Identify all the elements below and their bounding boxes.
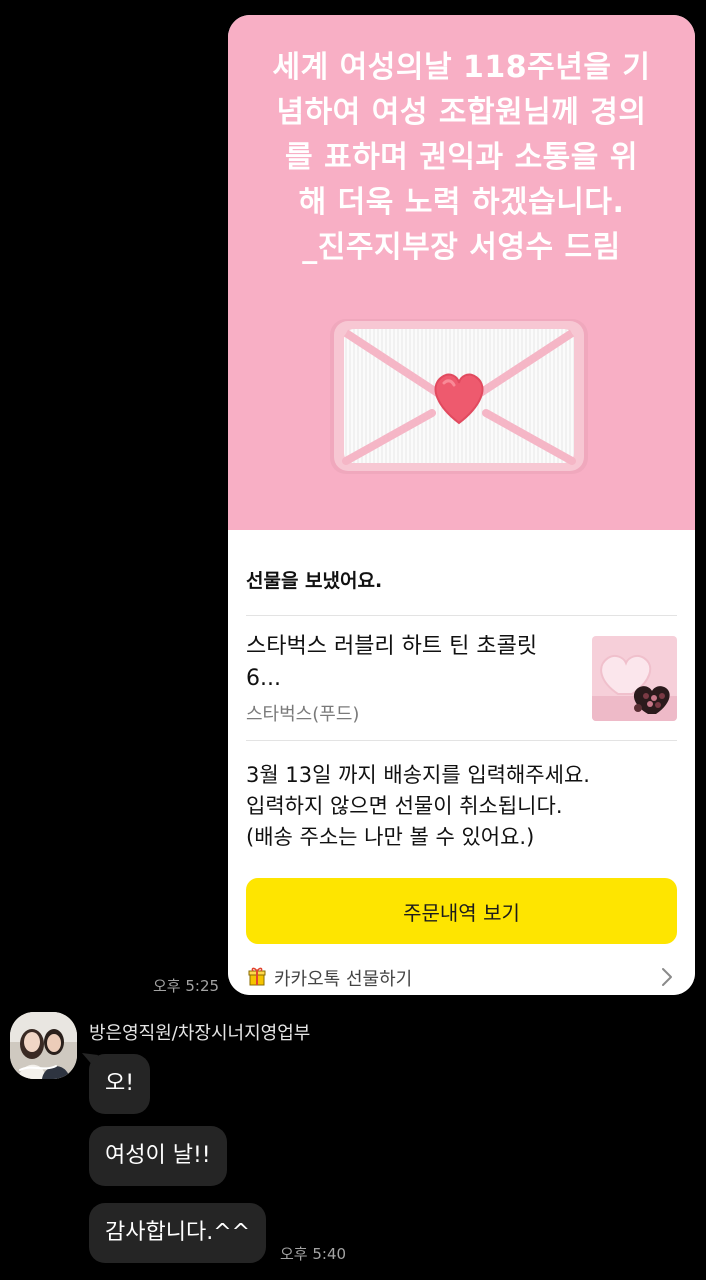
gift-box-icon — [248, 967, 266, 986]
message-timestamp: 오후 5:40 — [280, 1245, 347, 1263]
gift-banner: 세계 여성의날 118주년을 기 념하여 여성 조합원님께 경의 를 표하며 권… — [228, 15, 695, 530]
avatar[interactable] — [10, 1012, 77, 1079]
delivery-notice: 3월 13일 까지 배송지를 입력해주세요. 입력하지 않으면 선물이 취소됩니… — [246, 763, 590, 849]
chevron-right-icon — [662, 968, 672, 986]
view-order-button[interactable]: 주문내역 보기 — [246, 878, 677, 944]
gift-message-card[interactable]: 세계 여성의날 118주년을 기 념하여 여성 조합원님께 경의 를 표하며 권… — [228, 15, 695, 995]
sender-name: 방은영직원/차장시너지영업부 — [89, 1023, 311, 1044]
divider — [246, 740, 677, 741]
chat-bubble[interactable]: 여성이 날!! — [89, 1126, 227, 1186]
gift-heading: 선물을 보냈어요. — [246, 570, 383, 592]
envelope-heart-illustration — [330, 319, 588, 474]
gift-service-link[interactable]: 카카오톡 선물하기 — [246, 957, 677, 995]
chat-bubble[interactable]: 감사합니다.^^ — [89, 1203, 267, 1263]
product-brand: 스타벅스(푸드) — [246, 704, 360, 725]
chocolate-tin-image — [592, 636, 677, 721]
banner-message: 세계 여성의날 118주년을 기 념하여 여성 조합원님께 경의 를 표하며 권… — [272, 50, 651, 265]
gift-details: 선물을 보냈어요. 스타벅스 러블리 하트 틴 초콜릿 6... 스타벅스(푸드… — [228, 530, 695, 995]
chat-bubble[interactable]: 오! — [89, 1054, 151, 1114]
product-thumbnail[interactable] — [592, 636, 677, 721]
gift-service-label: 카카오톡 선물하기 — [274, 969, 413, 990]
profile-photo — [10, 1012, 77, 1079]
divider — [246, 615, 677, 616]
message-timestamp: 오후 5:25 — [153, 977, 220, 995]
product-name[interactable]: 스타벅스 러블리 하트 틴 초콜릿 6... — [246, 631, 566, 695]
